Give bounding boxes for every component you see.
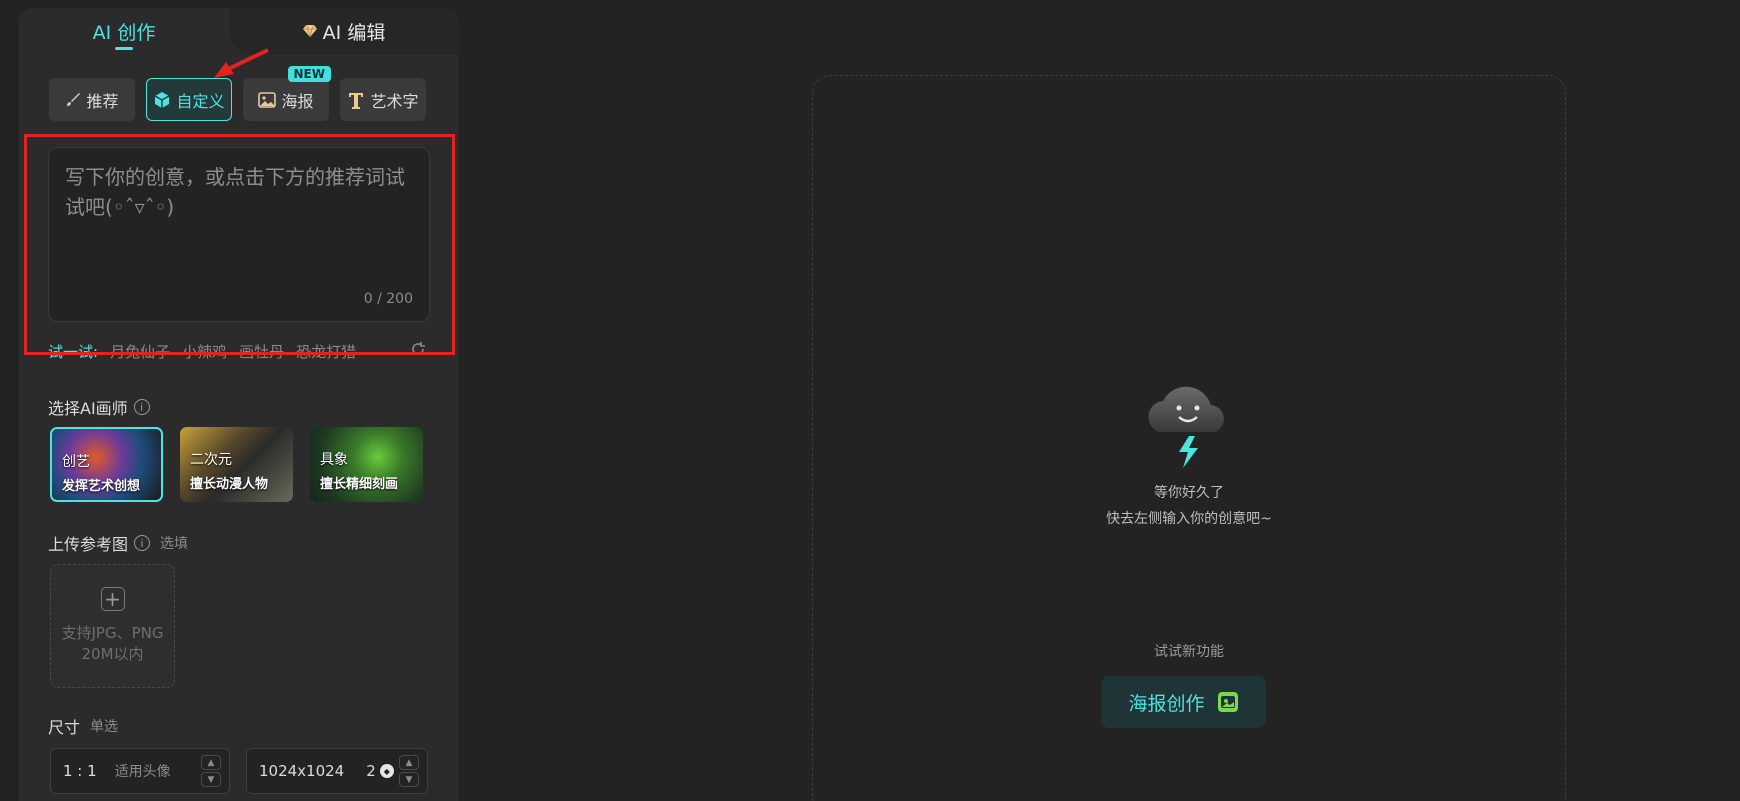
image-icon [258, 91, 277, 108]
ratio-value: 1 : 1 [63, 762, 97, 780]
cube-icon [153, 91, 171, 109]
painter-card-creative[interactable]: 创艺 发挥艺术创想 [50, 427, 163, 502]
ratio-select[interactable]: 1 : 1 适用头像 ▲ ▼ [50, 748, 230, 794]
diamond-icon [302, 25, 317, 37]
mode-custom-label: 自定义 [176, 91, 225, 111]
mode-custom[interactable]: 自定义 [146, 78, 232, 121]
ratio-note: 适用头像 [114, 764, 171, 780]
highlight-box [24, 134, 455, 355]
painter-sub: 发挥艺术创想 [62, 479, 141, 494]
painter-card-anime[interactable]: 二次元 擅长动漫人物 [180, 427, 293, 502]
painter-card-realistic[interactable]: 具象 擅长精细刻画 [310, 427, 423, 502]
upload-dropzone[interactable]: + 支持JPG、PNG 20M以内 [50, 564, 175, 688]
painter-list: 创艺 发挥艺术创想 二次元 擅长动漫人物 具象 擅长精细刻画 [50, 427, 423, 502]
new-badge: NEW [287, 66, 331, 82]
mode-recommend[interactable]: 推荐 [49, 78, 135, 121]
size-section-title: 尺寸 单选 [48, 714, 118, 738]
plus-icon: + [100, 587, 125, 611]
new-feature-label: 试试新功能 [1154, 644, 1224, 660]
resolution-select[interactable]: 1024x1024 2 ◆ ▲ ▼ [246, 748, 428, 794]
mode-poster[interactable]: 海报 NEW [243, 66, 331, 121]
upload-section-title: 上传参考图 i 选填 [48, 531, 188, 555]
chevron-down-icon[interactable]: ▼ [201, 772, 221, 787]
empty-line-1: 等你好久了 [1154, 485, 1224, 501]
chevron-up-icon[interactable]: ▲ [399, 755, 419, 770]
painter-title: 创艺 [62, 454, 90, 470]
painter-sub: 擅长精细刻画 [320, 477, 399, 492]
upload-format: 支持JPG、PNG [61, 624, 164, 642]
ratio-stepper[interactable]: ▲ ▼ [201, 755, 221, 787]
upload-limit: 20M以内 [81, 645, 144, 663]
art-text-icon [347, 91, 365, 109]
poster-create-label: 海报创作 [1128, 692, 1205, 715]
poster-create-button[interactable]: 海报创作 [1101, 676, 1266, 728]
size-controls: 1 : 1 适用头像 ▲ ▼ 1024x1024 2 ◆ ▲ ▼ [50, 748, 428, 794]
mode-art-text[interactable]: 艺术字 [340, 78, 426, 121]
empty-state-text: 等你好久了 快去左侧输入你的创意吧~ [812, 480, 1566, 532]
count-value: 2 [366, 762, 376, 780]
size-hint: 单选 [90, 719, 119, 735]
painter-title-text: 选择AI画师 [48, 399, 128, 418]
info-icon[interactable]: i [134, 535, 151, 551]
tab-ai-create[interactable]: AI 创作 [19, 8, 229, 54]
painter-sub: 擅长动漫人物 [190, 477, 269, 492]
upload-hint: 选填 [160, 536, 189, 552]
poster-icon [1217, 692, 1238, 712]
mode-poster-label: 海报 [281, 91, 314, 111]
empty-line-2: 快去左侧输入你的创意吧~ [1106, 511, 1272, 527]
coin-icon: ◆ [379, 764, 394, 778]
tab-ai-create-label: AI 创作 [92, 21, 156, 44]
tab-ai-edit-label: AI 编辑 [322, 21, 386, 44]
chevron-down-icon[interactable]: ▼ [399, 772, 419, 787]
mode-recommend-label: 推荐 [86, 91, 119, 111]
painter-title: 二次元 [190, 452, 232, 468]
chevron-up-icon[interactable]: ▲ [201, 755, 221, 770]
mode-tabs: 推荐 自定义 海报 NEW 艺术字 [49, 66, 426, 121]
painter-section-title: 选择AI画师 i [48, 395, 150, 419]
info-icon[interactable]: i [133, 399, 150, 415]
cloud-mascot-icon [1148, 386, 1224, 468]
annotation-arrow-icon [214, 48, 269, 78]
resolution-value: 1024x1024 [259, 762, 345, 780]
tab-underline [115, 47, 133, 50]
brush-icon [65, 92, 81, 108]
painter-title: 具象 [320, 452, 348, 468]
mode-art-text-label: 艺术字 [370, 91, 419, 111]
size-title-text: 尺寸 [48, 718, 81, 737]
count-stepper[interactable]: ▲ ▼ [399, 755, 419, 787]
upload-title-text: 上传参考图 [48, 535, 129, 554]
